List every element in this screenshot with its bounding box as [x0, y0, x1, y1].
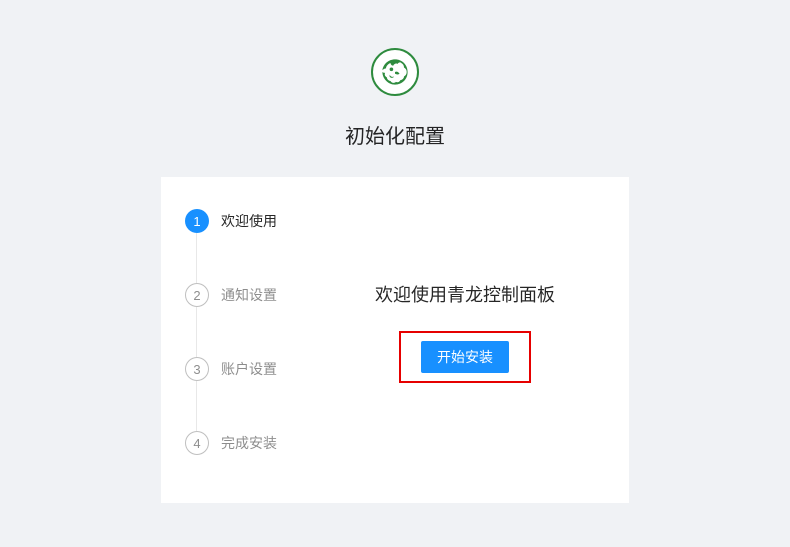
step-finish: 4 完成安装	[185, 431, 325, 455]
step-content: 欢迎使用青龙控制面板 开始安装	[325, 209, 605, 455]
step-label: 账户设置	[221, 359, 277, 379]
step-welcome: 1 欢迎使用	[185, 209, 325, 233]
steps-nav: 1 欢迎使用 2 通知设置 3 账户设置 4 完成安装	[185, 209, 325, 455]
step-number-icon: 3	[185, 357, 209, 381]
step-label: 通知设置	[221, 285, 277, 305]
page-title: 初始化配置	[345, 120, 445, 149]
app-logo	[371, 48, 419, 96]
welcome-title: 欢迎使用青龙控制面板	[375, 281, 555, 307]
step-label: 完成安装	[221, 433, 277, 453]
step-number-icon: 2	[185, 283, 209, 307]
step-label: 欢迎使用	[221, 211, 277, 231]
step-number-icon: 1	[185, 209, 209, 233]
step-notification: 2 通知设置	[185, 283, 325, 307]
qinglong-dragon-icon	[377, 54, 413, 90]
start-install-button[interactable]: 开始安装	[421, 341, 509, 373]
step-account: 3 账户设置	[185, 357, 325, 381]
step-number-icon: 4	[185, 431, 209, 455]
setup-card: 1 欢迎使用 2 通知设置 3 账户设置 4 完成安装 欢迎使用青龙控制面板	[161, 177, 629, 503]
highlight-annotation: 开始安装	[399, 331, 531, 383]
